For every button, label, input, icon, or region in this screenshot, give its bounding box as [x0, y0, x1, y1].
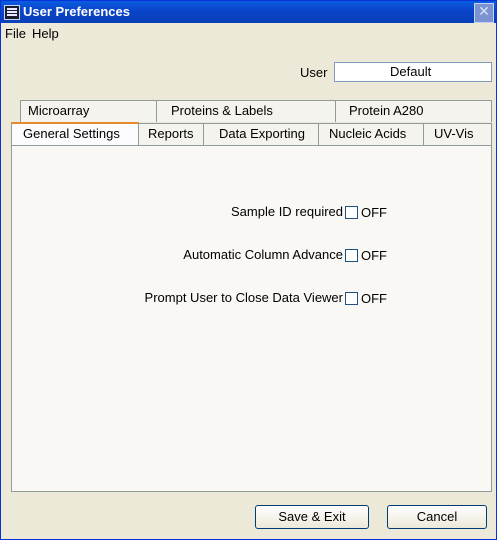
tab-label: Proteins & Labels [171, 103, 273, 118]
tab-microarray[interactable]: Microarray [20, 100, 157, 122]
auto-column-advance-checkbox[interactable] [345, 249, 358, 262]
auto-column-advance-label: Automatic Column Advance [183, 247, 343, 262]
window-title: User Preferences [23, 4, 130, 19]
auto-column-advance-state: OFF [361, 248, 387, 263]
tab-label: General Settings [23, 126, 120, 141]
tab-label: Nucleic Acids [329, 126, 407, 141]
tab-label: UV-Vis [434, 126, 474, 141]
app-icon [4, 5, 20, 20]
close-button[interactable]: ✕ [474, 3, 494, 23]
title-bar[interactable]: User Preferences ✕ [1, 1, 496, 23]
tab-label: Protein A280 [349, 103, 424, 118]
preferences-window: User Preferences ✕ File Help User Defaul… [0, 0, 497, 540]
menu-file[interactable]: File [5, 26, 26, 41]
sample-id-checkbox[interactable] [345, 206, 358, 219]
tab-data-exporting[interactable]: Data Exporting [203, 123, 319, 145]
cancel-button[interactable]: Cancel [387, 505, 487, 529]
prompt-close-viewer-state: OFF [361, 291, 387, 306]
user-field-value: Default [390, 64, 432, 79]
tab-label: Reports [148, 126, 194, 141]
tab-proteins-labels[interactable]: Proteins & Labels [156, 100, 336, 122]
sample-id-state: OFF [361, 205, 387, 220]
prompt-close-viewer-checkbox[interactable] [345, 292, 358, 305]
menu-help[interactable]: Help [32, 26, 59, 41]
user-field[interactable]: Default [334, 62, 492, 82]
general-settings-panel: Sample ID required OFF Automatic Column … [11, 145, 492, 492]
save-exit-button[interactable]: Save & Exit [255, 505, 369, 529]
tab-general-settings[interactable]: General Settings [11, 122, 139, 145]
menu-bar: File Help [1, 24, 496, 42]
tab-label: Microarray [28, 103, 90, 118]
tab-uv-vis[interactable]: UV-Vis [423, 123, 492, 145]
tab-protein-a280[interactable]: Protein A280 [335, 100, 492, 122]
tab-label: Data Exporting [219, 126, 305, 141]
tab-reports[interactable]: Reports [138, 123, 204, 145]
prompt-close-viewer-label: Prompt User to Close Data Viewer [144, 290, 343, 305]
user-label: User [300, 65, 328, 80]
tab-nucleic-acids[interactable]: Nucleic Acids [318, 123, 424, 145]
sample-id-label: Sample ID required [231, 204, 343, 219]
